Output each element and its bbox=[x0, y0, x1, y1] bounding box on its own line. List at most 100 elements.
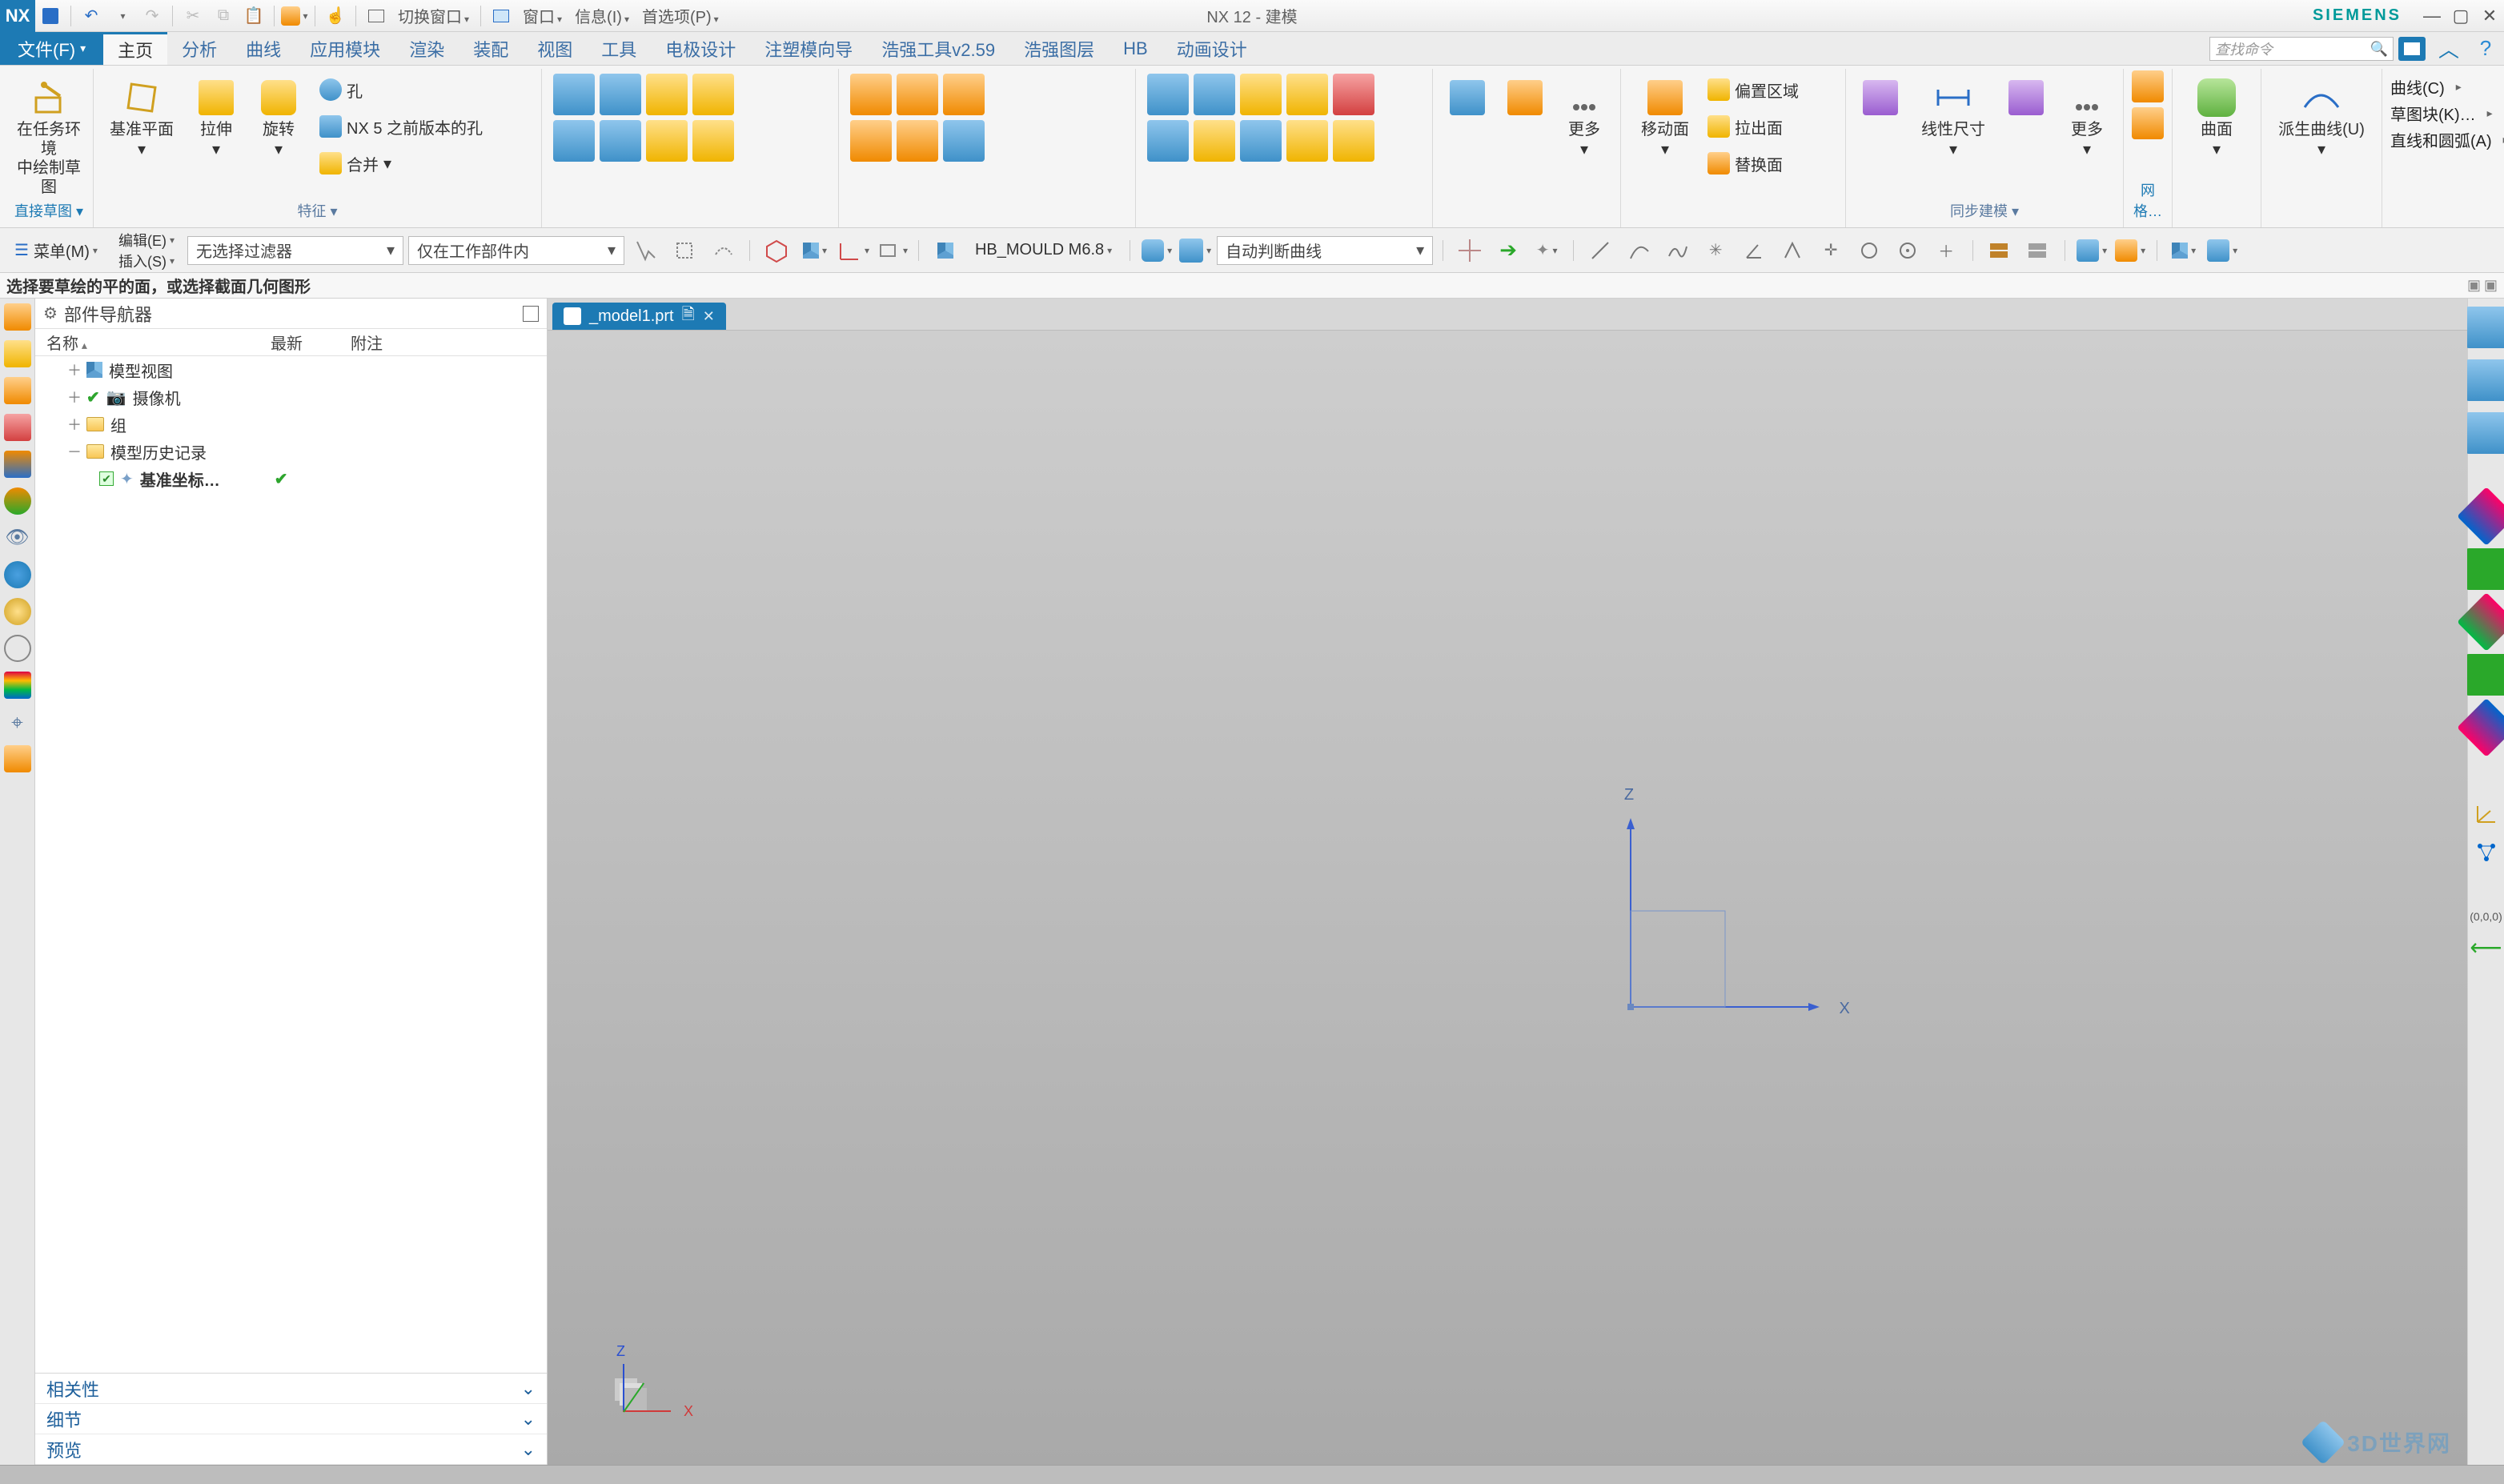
undo-icon[interactable]: ↶ bbox=[78, 3, 105, 29]
copy-icon[interactable]: ⧉ bbox=[210, 3, 237, 29]
feature-icon[interactable] bbox=[692, 120, 734, 162]
vertex-tool-icon[interactable] bbox=[1776, 234, 1809, 267]
spline-tool-icon[interactable] bbox=[1660, 234, 1694, 267]
window-menu[interactable]: 窗口 bbox=[516, 4, 568, 27]
pin-icon[interactable] bbox=[523, 306, 539, 322]
feature-icon[interactable] bbox=[600, 74, 641, 115]
cube-icon[interactable] bbox=[798, 234, 832, 267]
tab-app-module[interactable]: 应用模块 bbox=[295, 32, 395, 65]
sketch-block-button[interactable]: 草图块(K)… bbox=[2390, 102, 2493, 125]
pin-icon[interactable]: ▣ bbox=[2467, 277, 2481, 294]
unite-button[interactable]: 合并 ▾ bbox=[319, 147, 515, 179]
play-icon[interactable] bbox=[2466, 654, 2504, 696]
cube-icon[interactable] bbox=[2205, 234, 2239, 267]
globe-icon[interactable] bbox=[4, 598, 31, 625]
feature-icon[interactable] bbox=[1147, 74, 1189, 115]
pull-face-button[interactable]: 拉出面 bbox=[1707, 110, 1831, 142]
tab-haoqiang-layers[interactable]: 浩强图层 bbox=[1009, 32, 1109, 65]
rail-icon[interactable] bbox=[4, 303, 31, 331]
edit-menu[interactable]: 编辑(E) bbox=[110, 230, 183, 251]
touch-icon[interactable]: ☝ bbox=[322, 3, 349, 29]
feature-icon[interactable] bbox=[1194, 120, 1235, 162]
play-icon[interactable] bbox=[2466, 548, 2504, 590]
feature-icon[interactable] bbox=[553, 120, 595, 162]
feature-icon[interactable] bbox=[943, 120, 985, 162]
point-tool-icon[interactable]: ✳ bbox=[1699, 234, 1732, 267]
rail-icon[interactable] bbox=[4, 340, 31, 367]
orange-tool-icon[interactable] bbox=[281, 3, 308, 29]
window-icon[interactable] bbox=[363, 3, 390, 29]
rail-icon[interactable] bbox=[4, 745, 31, 772]
rss-icon[interactable] bbox=[4, 561, 31, 588]
full-screen-button[interactable] bbox=[2398, 37, 2426, 61]
mesh-icon[interactable] bbox=[2132, 70, 2164, 102]
sel-icon[interactable] bbox=[706, 234, 740, 267]
info-menu[interactable]: 信息(I) bbox=[568, 4, 636, 27]
minimize-button[interactable]: — bbox=[2418, 6, 2446, 26]
menu-button[interactable]: ☰菜单(M) bbox=[6, 235, 106, 267]
tree-node-datum-csys[interactable]: ✔✦ 基准坐标… ✔ bbox=[35, 465, 547, 492]
feature-button[interactable] bbox=[1441, 70, 1494, 120]
measure-icon[interactable] bbox=[2075, 234, 2109, 267]
tab-assembly[interactable]: 装配 bbox=[459, 32, 523, 65]
auto-curve-combo[interactable]: 自动判断曲线 bbox=[1217, 236, 1433, 265]
tab-view[interactable]: 视图 bbox=[523, 32, 587, 65]
line-tool-icon[interactable] bbox=[1583, 234, 1617, 267]
feature-icon[interactable] bbox=[1194, 74, 1235, 115]
origin-icon[interactable]: (0,0,0) bbox=[2470, 910, 2502, 923]
layer-tool-icon[interactable] bbox=[1983, 234, 2016, 267]
col-notes[interactable]: 附注 bbox=[339, 331, 394, 354]
col-latest[interactable]: 最新 bbox=[259, 331, 339, 354]
feature-icon[interactable] bbox=[1240, 74, 1282, 115]
tree-node-model-view[interactable]: ＋模型视图 bbox=[35, 356, 547, 383]
rail-icon[interactable] bbox=[4, 487, 31, 515]
detail-section[interactable]: 细节⌄ bbox=[35, 1404, 547, 1434]
cross-icon[interactable]: ✛ bbox=[1814, 234, 1848, 267]
rail-icon[interactable] bbox=[2466, 359, 2504, 401]
tab-render[interactable]: 渲染 bbox=[395, 32, 459, 65]
feature-icon[interactable] bbox=[850, 74, 892, 115]
feature-icon[interactable] bbox=[1240, 120, 1282, 162]
tree-node-group[interactable]: ＋组 bbox=[35, 411, 547, 438]
save-icon[interactable] bbox=[37, 3, 64, 29]
line-arc-button[interactable]: 直线和圆弧(A) bbox=[2390, 128, 2504, 151]
collapse-ribbon-button[interactable]: ︿ bbox=[2430, 32, 2467, 65]
tab-haoqiang[interactable]: 浩强工具v2.59 bbox=[867, 32, 1009, 65]
datum-plane-button[interactable]: 基准平面▾ bbox=[102, 70, 182, 159]
tab-curve[interactable]: 曲线 bbox=[231, 32, 295, 65]
gear-icon[interactable]: ⚙ bbox=[43, 303, 58, 323]
curve-c-button[interactable]: 曲线(C) bbox=[2390, 75, 2462, 98]
graphics-canvas[interactable]: Z X Z X 3D世界网 bbox=[548, 331, 2467, 1465]
hex-icon[interactable] bbox=[760, 234, 793, 267]
prefs-menu[interactable]: 首选项(P) bbox=[636, 4, 725, 27]
circle-icon[interactable] bbox=[1852, 234, 1886, 267]
nx5-hole-button[interactable]: NX 5 之前版本的孔 bbox=[319, 110, 515, 142]
selection-filter-combo[interactable]: 无选择过滤器 bbox=[187, 236, 403, 265]
hole-button[interactable]: 孔 bbox=[319, 74, 515, 106]
help-button[interactable]: ? bbox=[2467, 32, 2504, 65]
revolve-button[interactable]: 旋转▾ bbox=[251, 70, 307, 159]
direct-sketch-group-label[interactable]: 直接草图 ▾ bbox=[13, 197, 85, 226]
pick-icon[interactable]: ⌖ bbox=[4, 708, 31, 736]
offset-region-button[interactable]: 偏置区域 bbox=[1707, 74, 1831, 106]
pin-icon[interactable]: ▣ bbox=[2484, 277, 2498, 294]
feature-icon[interactable] bbox=[600, 120, 641, 162]
tab-hb[interactable]: HB bbox=[1109, 32, 1162, 65]
rail-icon[interactable] bbox=[4, 377, 31, 404]
surface-button[interactable]: 曲面▾ bbox=[2181, 70, 2253, 159]
col-name[interactable]: 名称 bbox=[35, 331, 259, 354]
feature-button[interactable] bbox=[1499, 70, 1551, 120]
sel-icon[interactable] bbox=[629, 234, 663, 267]
tab-home[interactable]: 主页 bbox=[103, 32, 167, 65]
more-button[interactable]: 更多▾ bbox=[2059, 70, 2115, 159]
file-menu[interactable]: 文件(F) bbox=[0, 32, 103, 65]
feature-icon[interactable] bbox=[1333, 120, 1374, 162]
tool-icon[interactable]: ✦ bbox=[1530, 234, 1563, 267]
close-button[interactable]: ✕ bbox=[2475, 6, 2504, 26]
feature-icon[interactable] bbox=[1286, 120, 1328, 162]
tree-node-camera[interactable]: ＋✔📷摄像机 bbox=[35, 383, 547, 411]
grid-icon[interactable] bbox=[1453, 234, 1487, 267]
undo-dropdown[interactable] bbox=[108, 3, 135, 29]
rainbow-icon[interactable] bbox=[4, 672, 31, 699]
feature-icon[interactable] bbox=[943, 74, 985, 115]
